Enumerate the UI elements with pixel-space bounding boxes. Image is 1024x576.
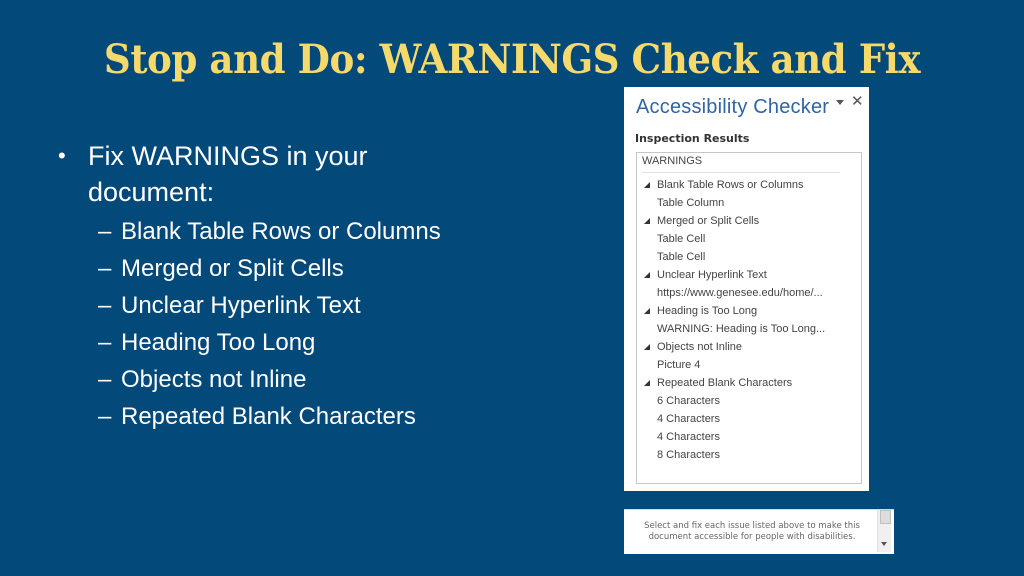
result-label: 8 Characters xyxy=(657,449,720,461)
result-label: 4 Characters xyxy=(657,431,720,443)
result-label: Table Column xyxy=(657,197,725,209)
expand-triangle-icon[interactable] xyxy=(644,272,650,278)
sub-bullet-item: – Blank Table Rows or Columns xyxy=(98,213,448,250)
result-item[interactable]: WARNING: Heading is Too Long... xyxy=(637,320,861,338)
sub-bullet-text: Objects not Inline xyxy=(121,366,307,393)
inspection-results-list[interactable]: WARNINGS Blank Table Rows or Columns Tabl… xyxy=(636,152,862,484)
dash-icon: – xyxy=(98,218,112,245)
sub-bullet-text: Blank Table Rows or Columns xyxy=(121,218,441,245)
result-group[interactable]: Repeated Blank Characters xyxy=(637,374,861,392)
result-label: 6 Characters xyxy=(657,395,720,407)
sub-bullet-text: Merged or Split Cells xyxy=(121,255,344,282)
sub-bullet-item: – Merged or Split Cells xyxy=(98,250,448,287)
result-item[interactable]: Table Cell xyxy=(637,230,861,248)
bullet-main-item: • Fix WARNINGS in your document: xyxy=(58,138,448,210)
dash-icon: – xyxy=(98,255,112,282)
sub-bullet-item: – Objects not Inline xyxy=(98,361,448,398)
sub-bullet-list: – Blank Table Rows or Columns – Merged o… xyxy=(58,213,448,435)
divider xyxy=(642,172,840,173)
result-label: Table Cell xyxy=(657,251,706,263)
result-label: Repeated Blank Characters xyxy=(657,377,793,389)
dash-icon: – xyxy=(98,329,112,356)
category-header: WARNINGS xyxy=(642,155,703,167)
result-label: Heading is Too Long xyxy=(657,305,758,317)
result-label: Objects not Inline xyxy=(657,341,742,353)
scroll-down-arrow-icon[interactable] xyxy=(881,542,887,546)
expand-triangle-icon[interactable] xyxy=(644,218,650,224)
dash-icon: – xyxy=(98,366,112,393)
dash-icon: – xyxy=(98,403,112,430)
result-group[interactable]: Objects not Inline xyxy=(637,338,861,356)
bullet-main-text: Fix WARNINGS in your document: xyxy=(88,141,368,207)
result-item[interactable]: 4 Characters xyxy=(637,428,861,446)
result-label: WARNING: Heading is Too Long... xyxy=(657,323,826,335)
scrollbar[interactable] xyxy=(877,510,891,552)
result-item[interactable]: 6 Characters xyxy=(637,392,861,410)
close-icon[interactable]: ✕ xyxy=(851,94,864,109)
bullet-list: • Fix WARNINGS in your document: – Blank… xyxy=(58,138,448,435)
result-item[interactable]: 8 Characters xyxy=(637,446,861,464)
result-label: Blank Table Rows or Columns xyxy=(657,179,804,191)
scroll-thumb[interactable] xyxy=(880,510,891,524)
expand-triangle-icon[interactable] xyxy=(644,182,650,188)
result-group[interactable]: Merged or Split Cells xyxy=(637,212,861,230)
sub-bullet-text: Repeated Blank Characters xyxy=(121,403,416,430)
result-group[interactable]: Heading is Too Long xyxy=(637,302,861,320)
result-item[interactable]: Picture 4 xyxy=(637,356,861,374)
result-item[interactable]: 4 Characters xyxy=(637,410,861,428)
accessibility-checker-panel: Accessibility Checker ✕ Inspection Resul… xyxy=(624,87,869,491)
result-label: Table Cell xyxy=(657,233,706,245)
sub-bullet-item: – Unclear Hyperlink Text xyxy=(98,287,448,324)
slide-title: Stop and Do: WARNINGS Check and Fix xyxy=(103,36,921,83)
result-item[interactable]: Table Cell xyxy=(637,248,861,266)
result-group[interactable]: Unclear Hyperlink Text xyxy=(637,266,861,284)
bullet-icon: • xyxy=(58,143,66,168)
inspection-results-label: Inspection Results xyxy=(635,132,750,145)
results-tree: Blank Table Rows or Columns Table Column M… xyxy=(637,176,861,464)
result-label: https://www.genesee.edu/home/... xyxy=(657,287,823,299)
result-label: Merged or Split Cells xyxy=(657,215,760,227)
expand-triangle-icon[interactable] xyxy=(644,308,650,314)
status-panel: Select and fix each issue listed above t… xyxy=(624,509,894,554)
chevron-down-icon[interactable] xyxy=(836,100,844,105)
status-text: Select and fix each issue listed above t… xyxy=(644,521,860,542)
result-item[interactable]: Table Column xyxy=(637,194,861,212)
result-item[interactable]: https://www.genesee.edu/home/... xyxy=(637,284,861,302)
sub-bullet-item: – Heading Too Long xyxy=(98,324,448,361)
sub-bullet-item: – Repeated Blank Characters xyxy=(98,398,448,435)
dash-icon: – xyxy=(98,292,112,319)
expand-triangle-icon[interactable] xyxy=(644,344,650,350)
result-label: Unclear Hyperlink Text xyxy=(657,269,767,281)
sub-bullet-text: Heading Too Long xyxy=(121,329,316,356)
panel-title: Accessibility Checker xyxy=(636,96,830,118)
result-label: Picture 4 xyxy=(657,359,701,371)
sub-bullet-text: Unclear Hyperlink Text xyxy=(121,292,361,319)
expand-triangle-icon[interactable] xyxy=(644,380,650,386)
result-label: 4 Characters xyxy=(657,413,720,425)
result-group[interactable]: Blank Table Rows or Columns xyxy=(637,176,861,194)
